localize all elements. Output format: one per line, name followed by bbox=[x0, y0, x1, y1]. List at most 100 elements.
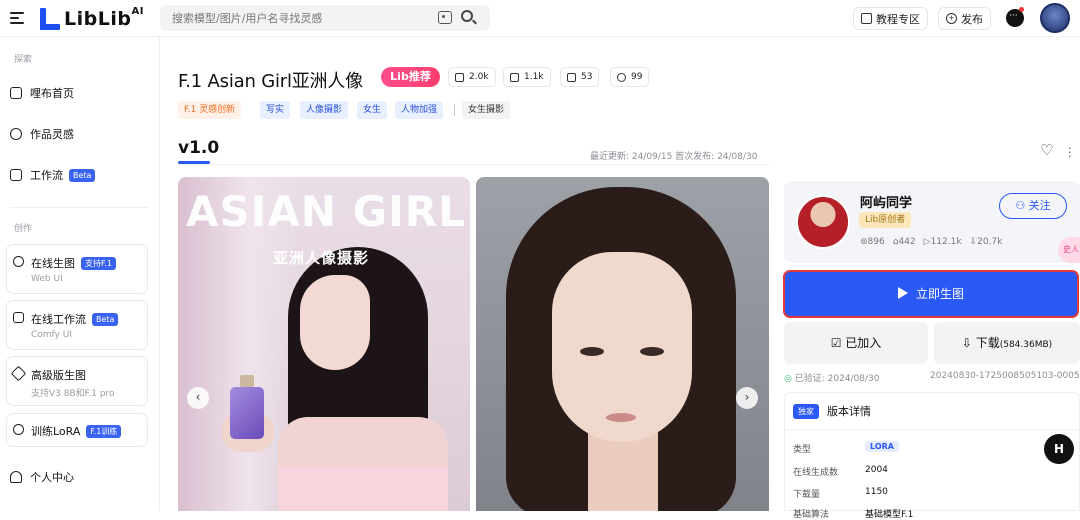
user-avatar[interactable] bbox=[1040, 3, 1070, 33]
model-title: F.1 Asian Girl亚洲人像 bbox=[178, 71, 363, 92]
image-search-icon[interactable] bbox=[438, 11, 452, 24]
original-creator-badge: Lib原创者 bbox=[859, 212, 912, 228]
version-details-panel: 独家 版本详情 类型 LORA 在线生成数 2004 下载量 1150 基础算法 基础模型… bbox=[784, 392, 1080, 520]
stat-value: 53 bbox=[581, 72, 593, 82]
added-label: 已加入 bbox=[845, 336, 882, 350]
added-button[interactable]: ☑ 已加入 bbox=[784, 322, 928, 364]
tag-realistic[interactable]: 写实 bbox=[260, 101, 291, 119]
author-followers: ⊚896 bbox=[860, 237, 885, 247]
author-stats: ⊚896 ⌂442 ▷112.1k ⇩20.7k bbox=[860, 237, 1002, 247]
image-lips bbox=[606, 413, 636, 422]
gallery-prev-button[interactable]: ‹ bbox=[187, 387, 209, 409]
logo-text: LibLibAI bbox=[64, 6, 144, 30]
publish-button[interactable]: + 发布 bbox=[938, 7, 991, 30]
card-title: 训练LoRA bbox=[31, 425, 81, 438]
stat-value: 1.1k bbox=[524, 72, 544, 82]
details-title: 版本详情 bbox=[827, 405, 871, 418]
plus-icon: + bbox=[946, 13, 957, 24]
sidebar-item-personal[interactable]: 个人中心 bbox=[10, 466, 74, 488]
author-uploads: ⌂442 bbox=[892, 237, 916, 247]
beta-badge: Beta bbox=[69, 168, 96, 182]
floating-help-button[interactable]: H bbox=[1044, 434, 1074, 464]
card-subtitle: Web UI bbox=[31, 274, 63, 284]
author-avatar[interactable] bbox=[796, 195, 850, 249]
sidebar-item-home[interactable]: 哩布首页 bbox=[10, 82, 74, 104]
card-title: 高级版生图 bbox=[31, 369, 86, 382]
tag-female[interactable]: 女生 bbox=[357, 101, 388, 119]
gallery-next-button[interactable]: › bbox=[736, 387, 758, 409]
floating-side-button[interactable]: 史人 bbox=[1058, 237, 1080, 263]
detail-row-type: 类型 LORA bbox=[793, 441, 1073, 455]
author-downloads: ⇩20.7k bbox=[969, 237, 1003, 247]
palette-icon bbox=[13, 256, 24, 267]
card-train-lora[interactable]: 训练LoRA F.1训练 bbox=[6, 413, 148, 447]
details-divider bbox=[785, 429, 1079, 430]
more-options-icon[interactable]: · · · bbox=[1068, 143, 1072, 162]
heart-icon bbox=[617, 72, 626, 82]
tag-female-photo[interactable]: 女生摄影 bbox=[462, 101, 511, 119]
verified-text: 已验证: 2024/08/30 bbox=[794, 374, 880, 384]
tag-separator bbox=[454, 104, 455, 116]
card-advanced-generate[interactable]: 高级版生图 支持V3 8B和F.1 pro bbox=[6, 356, 148, 406]
version-dates: 最近更新: 24/09/15 首次发布: 24/08/30 bbox=[590, 152, 758, 162]
detail-key: 下载量 bbox=[793, 490, 821, 500]
detail-row-online-count: 在线生成数 2004 bbox=[793, 465, 1073, 478]
image-eye bbox=[640, 347, 664, 356]
image-eye bbox=[580, 347, 604, 356]
card-online-generate[interactable]: 在线生图 支持F.1 Web UI bbox=[6, 244, 148, 294]
workflow-grid-icon bbox=[13, 312, 24, 323]
tutorial-icon bbox=[861, 13, 872, 24]
logo-mark-icon bbox=[40, 8, 60, 30]
sidebar-item-label: 工作流 bbox=[30, 169, 63, 182]
image-face bbox=[300, 275, 370, 370]
search-icon[interactable] bbox=[461, 10, 473, 22]
author-followers-value: 896 bbox=[867, 237, 885, 247]
tag-character[interactable]: 人物加强 bbox=[395, 101, 444, 119]
verified-date: ◎ 已验证: 2024/08/30 bbox=[784, 371, 880, 384]
download-icon: ⇩ bbox=[961, 336, 976, 350]
lib-recommend-badge: Lib推荐 bbox=[381, 67, 440, 87]
version-tab[interactable]: v1.0 bbox=[178, 138, 219, 158]
detail-value: 2004 bbox=[865, 465, 888, 475]
tag-featured[interactable]: F.1 灵感创新 bbox=[178, 101, 242, 119]
gallery-image-2[interactable] bbox=[476, 177, 769, 511]
sidebar-item-label: 个人中心 bbox=[30, 471, 74, 484]
add-user-icon: ⚇ bbox=[1015, 199, 1029, 212]
follow-button[interactable]: ⚇ 关注 bbox=[999, 193, 1067, 219]
tag-portrait[interactable]: 人像摄影 bbox=[300, 101, 349, 119]
gallery-image-1[interactable]: ASIAN GIRL 亚洲人像摄影 bbox=[178, 177, 470, 511]
search-input[interactable] bbox=[172, 9, 422, 27]
check-icon: ☑ bbox=[830, 336, 846, 350]
sidebar-item-workflow[interactable]: 工作流 Beta bbox=[10, 164, 96, 186]
card-subtitle: Comfy UI bbox=[31, 330, 72, 340]
liblib-logo[interactable]: LibLibAI bbox=[40, 6, 144, 31]
download-size: (584.36MB) bbox=[999, 340, 1053, 350]
shield-icon: ◎ bbox=[784, 374, 795, 384]
exclusive-badge: 独家 bbox=[793, 403, 819, 419]
card-subtitle: 支持V3 8B和F.1 pro bbox=[31, 389, 115, 399]
download-button[interactable]: ⇩ 下载(584.36MB) bbox=[934, 322, 1080, 364]
download-label: 下载 bbox=[975, 336, 1000, 350]
sidebar-divider bbox=[10, 207, 148, 208]
tutorial-button[interactable]: 教程专区 bbox=[853, 7, 928, 30]
model-hash: 20240830-1725008505103-0005 bbox=[930, 371, 1080, 381]
image-icon bbox=[567, 72, 576, 82]
detail-value: 基础模型F.1 bbox=[865, 510, 914, 520]
stat-likes: 99 bbox=[610, 67, 650, 87]
workflow-icon bbox=[10, 169, 22, 181]
version-divider bbox=[178, 164, 770, 165]
generate-now-button[interactable]: 立即生图 bbox=[783, 270, 1079, 318]
image-overlay-title: ASIAN GIRL bbox=[186, 187, 466, 236]
card-online-workflow[interactable]: 在线工作流 Beta Comfy UI bbox=[6, 300, 148, 350]
card-badge: Beta bbox=[92, 312, 119, 326]
author-name[interactable]: 阿屿同学 bbox=[860, 192, 912, 211]
menu-icon[interactable] bbox=[10, 12, 24, 24]
sidebar-item-inspiration[interactable]: 作品灵感 bbox=[10, 123, 74, 145]
follow-label: 关注 bbox=[1028, 199, 1051, 212]
author-runs: ▷112.1k bbox=[923, 237, 962, 247]
sidebar: 探索 哩布首页 作品灵感 工作流 Beta 创作 在线生图 支持F.1 Web U… bbox=[0, 37, 160, 511]
play-icon bbox=[897, 287, 908, 299]
image-dress bbox=[278, 467, 448, 511]
card-title: 在线生图 bbox=[31, 257, 75, 270]
favorite-icon[interactable] bbox=[1040, 141, 1054, 159]
